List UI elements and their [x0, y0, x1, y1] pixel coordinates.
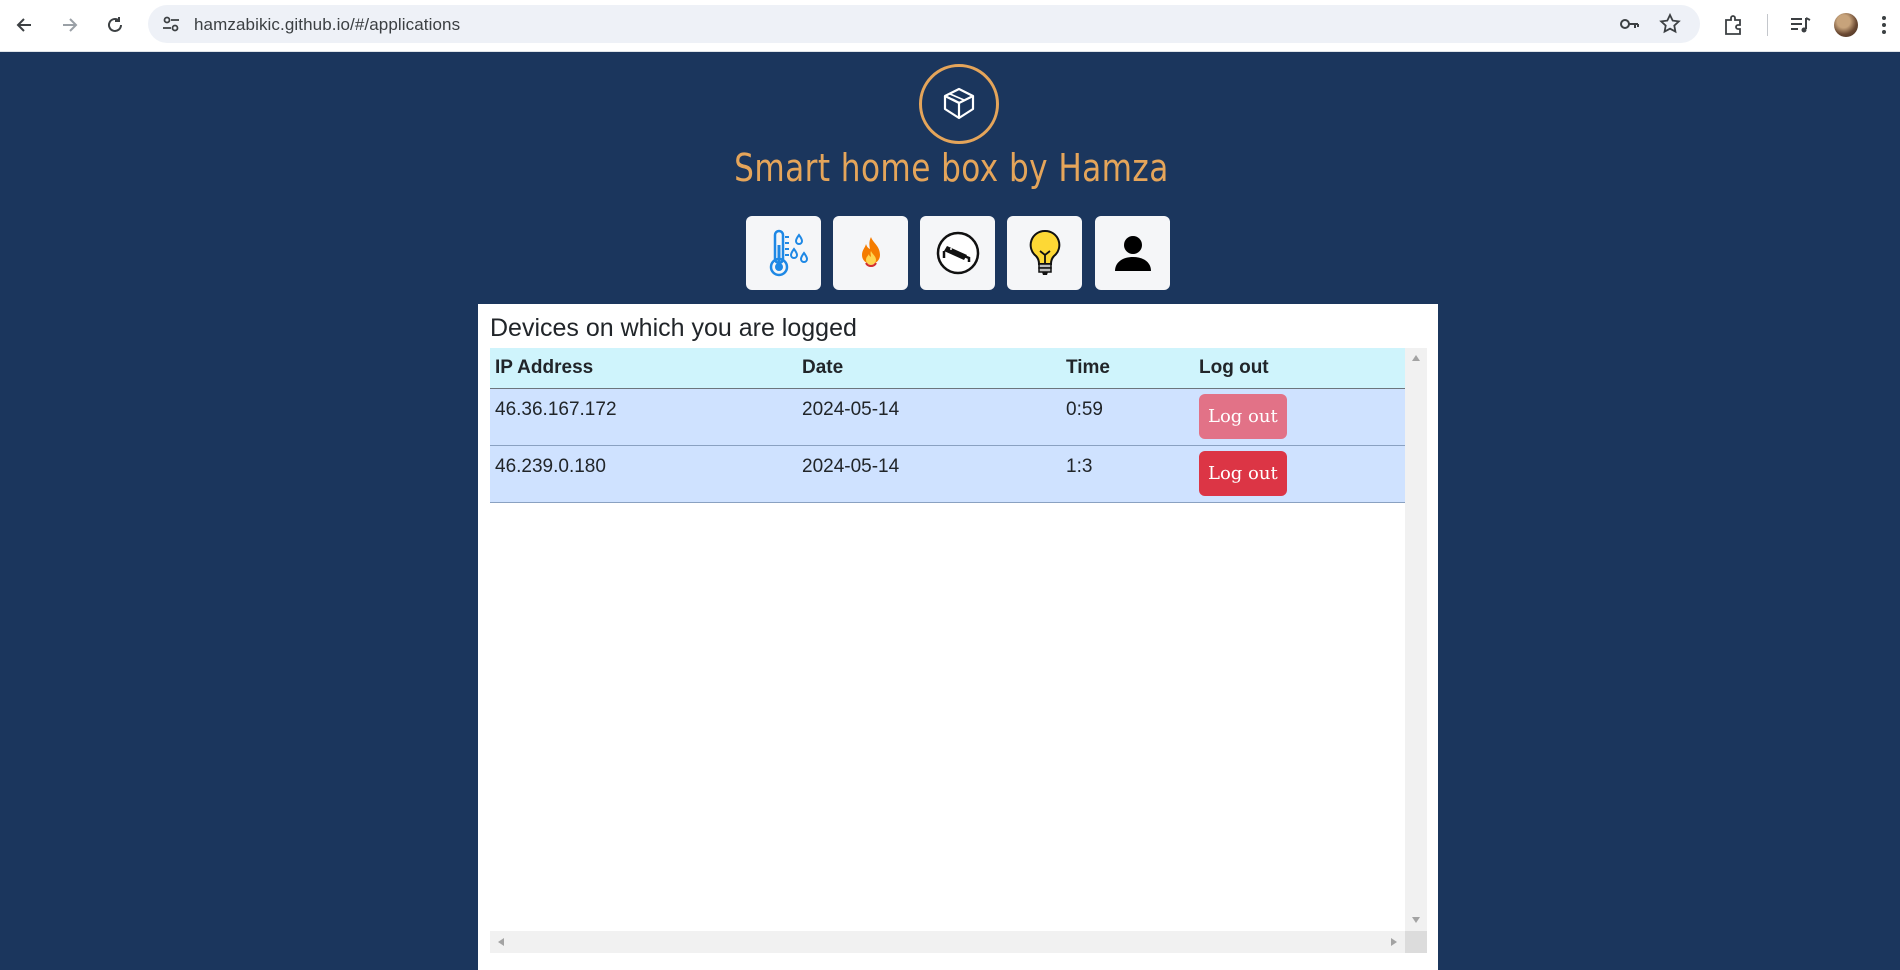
- box-icon: [943, 87, 975, 120]
- date-cell: 2024-05-14: [802, 455, 900, 477]
- scrollbar-corner: [1405, 931, 1427, 953]
- temperature-humidity-button[interactable]: [746, 216, 821, 290]
- column-header-ip: IP Address: [490, 348, 797, 389]
- table-row: 46.239.0.180 2024-05-14 1:3 Log out: [490, 445, 1405, 502]
- time-cell: 1:3: [1066, 455, 1093, 477]
- thermometer-drops-icon: [769, 229, 808, 277]
- profile-button[interactable]: [1095, 216, 1170, 290]
- logo: [919, 64, 999, 144]
- scroll-down-arrow[interactable]: [1412, 917, 1420, 923]
- page-body: Smart home box by Hamza Devices on which…: [0, 52, 1900, 970]
- forward-button[interactable]: [52, 8, 86, 42]
- logout-button[interactable]: Log out: [1199, 450, 1287, 496]
- browser-toolbar: hamzabikic.github.io/#/applications: [0, 0, 1900, 52]
- scroll-left-arrow[interactable]: [498, 938, 504, 946]
- reload-icon: [108, 17, 122, 32]
- date-cell: 2024-05-14: [802, 398, 900, 420]
- menu-kebab-icon[interactable]: [1868, 9, 1900, 41]
- camera-button[interactable]: [920, 216, 995, 290]
- action-cell: Log out: [1194, 388, 1405, 445]
- table-header-row: IP Address Date Time Log out: [490, 348, 1405, 389]
- horizontal-scrollbar[interactable]: [490, 931, 1405, 953]
- site-settings-icon[interactable]: [160, 13, 182, 35]
- user-icon: [1114, 236, 1151, 271]
- flame-icon: [861, 237, 880, 267]
- security-camera-icon: [936, 231, 979, 275]
- extensions-icon[interactable]: [1717, 9, 1749, 41]
- table-row: 46.36.167.172 2024-05-14 0:59 Log out: [490, 388, 1405, 445]
- time-cell: 0:59: [1066, 398, 1103, 420]
- site-title: Smart home box by Hamza: [734, 146, 1169, 190]
- column-header-date: Date: [797, 348, 1061, 389]
- action-cell: Log out: [1194, 445, 1405, 502]
- devices-panel: Devices on which you are logged IP Addre…: [478, 304, 1438, 970]
- column-header-logout: Log out: [1194, 348, 1405, 389]
- back-button[interactable]: [8, 8, 42, 42]
- url-text[interactable]: hamzabikic.github.io/#/applications: [194, 15, 460, 35]
- column-header-time: Time: [1061, 348, 1194, 389]
- scroll-up-arrow[interactable]: [1412, 355, 1420, 361]
- devices-table-container[interactable]: IP Address Date Time Log out 46.36.167.1…: [490, 348, 1427, 953]
- address-bar[interactable]: hamzabikic.github.io/#/applications: [148, 5, 1700, 43]
- ip-cell: 46.36.167.172: [495, 398, 617, 420]
- lightbulb-icon: [1029, 229, 1060, 275]
- media-control-icon[interactable]: [1784, 9, 1816, 41]
- arrow-left-icon: [16, 18, 31, 32]
- logout-button[interactable]: Log out: [1199, 393, 1287, 439]
- toolbar-divider: [1767, 14, 1768, 36]
- scroll-right-arrow[interactable]: [1391, 938, 1397, 946]
- fire-alarm-button[interactable]: [833, 216, 908, 290]
- panel-title: Devices on which you are logged: [490, 314, 857, 342]
- password-key-icon[interactable]: [1618, 13, 1640, 35]
- bookmark-star-icon[interactable]: [1659, 13, 1681, 35]
- profile-avatar[interactable]: [1834, 13, 1858, 37]
- arrow-right-icon: [63, 18, 78, 32]
- ip-cell: 46.239.0.180: [495, 455, 606, 477]
- reload-button[interactable]: [98, 8, 132, 42]
- vertical-scrollbar[interactable]: [1405, 348, 1427, 931]
- devices-table: IP Address Date Time Log out 46.36.167.1…: [490, 348, 1405, 503]
- lights-button[interactable]: [1007, 216, 1082, 290]
